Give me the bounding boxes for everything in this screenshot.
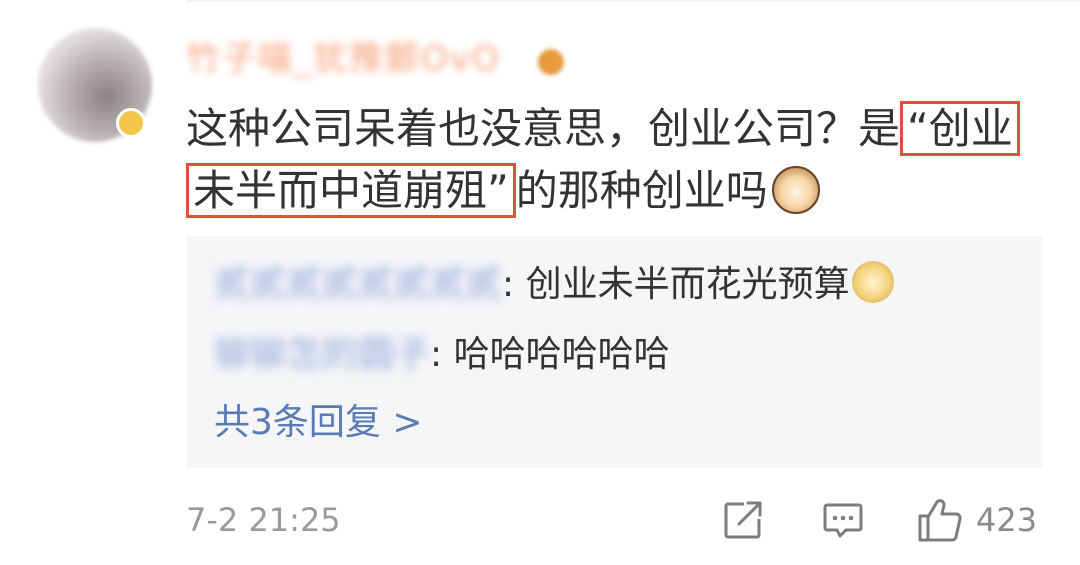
username[interactable]: 竹子喵_犹豫颤OvO (186, 38, 501, 80)
comment-content: 这种公司呆着也没意思，创业公司？是 “创业 未半而中道崩殂” 的那种创业吗 (186, 98, 1046, 222)
share-button[interactable] (722, 496, 764, 544)
like-count: 423 (976, 501, 1038, 539)
reply-text: : 创业未半而花光预算 (502, 264, 850, 305)
cat-face-emoji-icon (771, 165, 820, 214)
reply-username[interactable]: 贰贰贰贰贰贰贰贰 (214, 258, 502, 312)
comment-line-2: 未半而中道崩殂” 的那种创业吗 (186, 160, 1046, 222)
reply-item[interactable]: 贰贰贰贰贰贰贰贰: 创业未半而花光预算 (214, 258, 894, 312)
comment-card: 竹子喵_犹豫颤OvO ● 这种公司呆着也没意思，创业公司？是 “创业 未半而中道崩… (0, 0, 1080, 565)
highlight-box-part2: 未半而中道崩殂” (186, 163, 516, 218)
replies-panel[interactable]: 贰贰贰贰贰贰贰贰: 创业未半而花光预算 铆铆怎的圆子: 哈哈哈哈哈哈 共3条回复… (186, 236, 1042, 468)
comment-line-1: 这种公司呆着也没意思，创业公司？是 “创业 (186, 98, 1046, 160)
comment-button[interactable] (822, 496, 864, 544)
reply-item[interactable]: 铆铆怎的圆子: 哈哈哈哈哈哈 (214, 328, 670, 382)
more-replies-link[interactable]: 共3条回复 > (214, 398, 423, 448)
reply-username[interactable]: 铆铆怎的圆子 (214, 328, 430, 382)
divider (186, 0, 1080, 2)
reply-text: : 哈哈哈哈哈哈 (430, 334, 670, 375)
comment-icon (823, 503, 863, 538)
comment-text-after: 的那种创业吗 (515, 166, 768, 215)
comment-text-before: 这种公司呆着也没意思，创业公司？是 (186, 104, 901, 153)
thumbs-up-icon (918, 499, 962, 542)
share-icon (724, 501, 762, 539)
member-badge-icon: ● (536, 40, 566, 80)
action-bar: 423 (0, 496, 1080, 544)
like-button[interactable]: 423 (916, 496, 1037, 544)
doge-emoji-icon (851, 261, 894, 303)
highlight-box-part1: “创业 (900, 101, 1020, 156)
verified-badge-icon (116, 108, 146, 138)
